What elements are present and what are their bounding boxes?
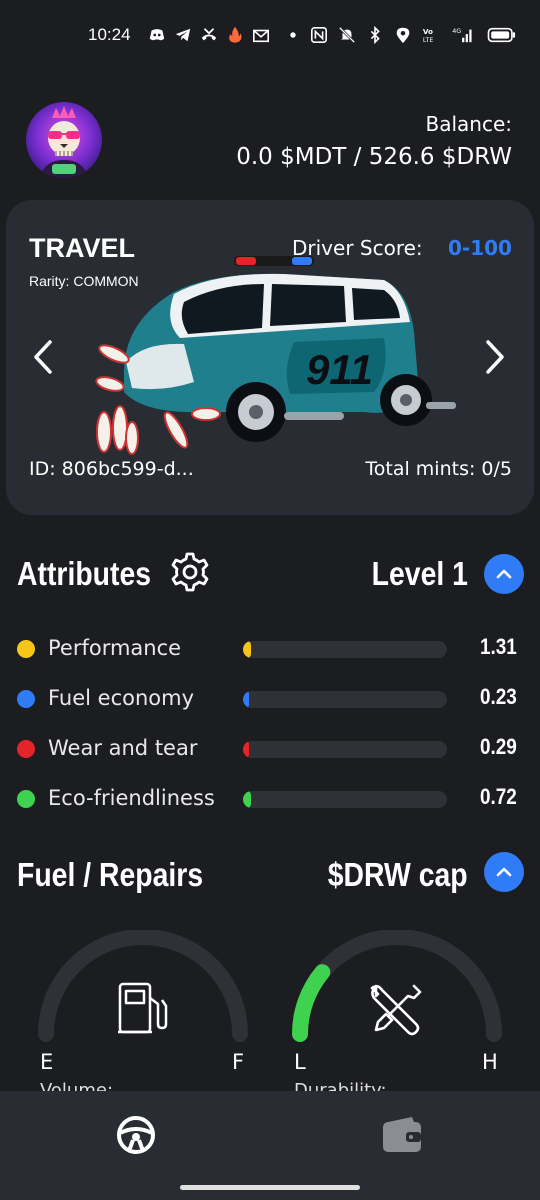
- attribute-row: Eco-friendliness 0.72: [17, 784, 517, 814]
- attribute-value: 1.31: [480, 634, 517, 659]
- car-card: TRAVEL Rarity: COMMON Driver Score: 0-10…: [6, 200, 534, 515]
- attribute-bar: [243, 691, 447, 708]
- next-car-arrow-icon[interactable]: [482, 338, 508, 376]
- fuel-gauge-min: E: [40, 1050, 54, 1074]
- fire-icon: [229, 26, 242, 43]
- fuel-gauge-max: F: [232, 1050, 245, 1074]
- wrench-screwdriver-icon: [370, 984, 422, 1036]
- car-plate-text: 911: [306, 346, 373, 393]
- home-indicator[interactable]: [180, 1185, 360, 1190]
- svg-text:LTE: LTE: [423, 37, 433, 44]
- telegram-icon: [175, 28, 191, 42]
- bluetooth-icon: [370, 26, 380, 44]
- fuel-gauge: E F Volume:: [38, 930, 248, 1101]
- car-id: ID: 806bc599-d...: [29, 458, 194, 480]
- repair-gauge-min: L: [294, 1050, 306, 1074]
- fuel-collapse-button[interactable]: [484, 852, 524, 892]
- fuel-repairs-title: Fuel / Repairs: [17, 856, 204, 893]
- fuel-pump-icon: [118, 982, 168, 1034]
- attribute-label: Fuel economy: [48, 686, 195, 710]
- attribute-row: Performance 1.31: [17, 634, 517, 664]
- attribute-label: Wear and tear: [48, 736, 198, 760]
- attribute-bar: [243, 791, 447, 808]
- mute-icon: [338, 26, 356, 44]
- svg-text:4G: 4G: [452, 28, 461, 35]
- attribute-dot-icon: [17, 640, 35, 658]
- attribute-dot-icon: [17, 740, 35, 758]
- status-notification-icons: [148, 26, 302, 44]
- attribute-bar-fill: [243, 741, 249, 758]
- attribute-bar: [243, 641, 447, 658]
- volte-icon: VoLTE: [423, 27, 433, 44]
- repair-gauge-max: H: [482, 1050, 498, 1074]
- attribute-row: Fuel economy 0.23: [17, 684, 517, 714]
- wallet-icon[interactable]: [380, 1113, 424, 1157]
- attribute-dot-icon: [17, 790, 35, 808]
- chevron-up-icon: [496, 569, 512, 579]
- attribute-bar: [243, 741, 447, 758]
- attribute-row: Wear and tear 0.29: [17, 734, 517, 764]
- car-image: 911: [95, 256, 456, 455]
- avatar[interactable]: [26, 102, 102, 178]
- repair-gauge-fill: [292, 964, 331, 1042]
- status-time: 10:24: [88, 25, 131, 44]
- status-system-icons: Vo LTE 4G: [310, 26, 518, 44]
- previous-car-arrow-icon[interactable]: [30, 338, 56, 376]
- attributes-title: Attributes: [17, 555, 152, 592]
- attribute-dot-icon: [17, 690, 35, 708]
- repair-gauge: L H Durability:: [292, 930, 502, 1101]
- attribute-value: 0.72: [480, 784, 517, 809]
- car-total-mints: Total mints: 0/5: [365, 458, 512, 480]
- attributes-collapse-button[interactable]: [484, 554, 524, 594]
- drw-cap-label: $DRW cap: [328, 856, 468, 893]
- location-icon: [396, 27, 410, 44]
- signal-icon: 4G: [452, 28, 472, 43]
- balance-label: Balance:: [425, 112, 512, 136]
- battery-icon: [487, 27, 516, 43]
- skull-avatar-icon: [26, 102, 102, 178]
- bottom-nav: [0, 1091, 540, 1200]
- attribute-bar-fill: [243, 791, 252, 808]
- chevron-up-icon: [496, 867, 512, 877]
- missed-call-icon: [201, 28, 217, 41]
- attribute-bar-fill: [243, 691, 249, 708]
- attribute-label: Performance: [48, 636, 182, 660]
- dot-icon: [290, 32, 296, 38]
- discord-icon: [149, 29, 165, 41]
- attribute-value: 0.29: [480, 734, 517, 759]
- level-label: Level 1: [371, 555, 468, 592]
- steering-wheel-icon[interactable]: [114, 1113, 158, 1157]
- status-bar: 10:24 Vo LTE 4G: [0, 0, 540, 72]
- balance-value: 0.0 $MDT / 526.6 $DRW: [236, 144, 512, 170]
- nfc-icon: [310, 26, 328, 44]
- attribute-value: 0.23: [480, 684, 517, 709]
- svg-text:Vo: Vo: [423, 27, 433, 36]
- attribute-label: Eco-friendliness: [48, 786, 215, 810]
- gear-icon[interactable]: [168, 550, 212, 594]
- attribute-bar-fill: [243, 641, 252, 658]
- fuel-gauge-track: [38, 930, 248, 1042]
- mail-icon: [252, 29, 270, 43]
